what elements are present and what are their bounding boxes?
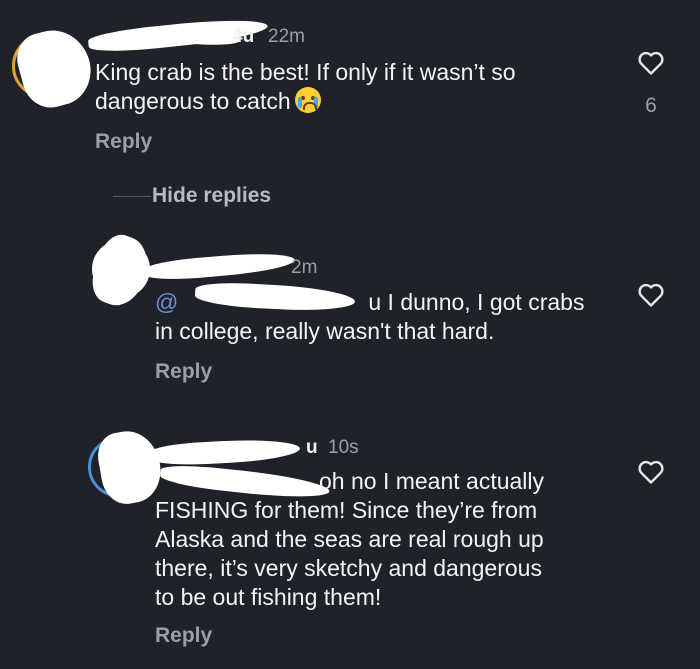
comment-line: King crab is the best! If only if it was…: [95, 59, 516, 85]
username-text[interactable]: 4u: [232, 26, 254, 48]
comment-timestamp: 22m: [268, 26, 305, 47]
comment-line: FISHING for them! Since they’re from: [155, 497, 538, 523]
loudly-crying-face-icon: [294, 87, 321, 113]
comment-text: King crab is the best! If only if it was…: [95, 58, 615, 116]
hide-replies-line: [113, 196, 151, 197]
comment: 4u 22m King crab is the best! If only if…: [0, 0, 700, 170]
comment-line: to be out fishing them!: [155, 584, 382, 610]
comment-line: oh no I meant actually: [319, 468, 545, 494]
hide-replies-button[interactable]: Hide replies: [152, 184, 271, 208]
reply-button[interactable]: Reply: [155, 360, 212, 384]
heart-icon[interactable]: [637, 282, 665, 308]
comment-line: Alaska and the seas are real rough up: [155, 526, 544, 552]
comment-text: oh no I meant actually FISHING for them!…: [155, 467, 625, 612]
comment-line: there, it’s very sketchy and dangerous: [155, 555, 542, 581]
reply-button[interactable]: Reply: [155, 624, 212, 648]
reply-button[interactable]: Reply: [95, 130, 152, 154]
comment-line: @ u I dunno, I got crabs: [155, 289, 585, 315]
mention-link[interactable]: @: [155, 289, 178, 315]
comment-timestamp: 10s: [328, 437, 359, 458]
reply-comment: u 10s oh no I meant actually FISHING for…: [0, 425, 700, 665]
comment-line: in college, really wasn't that hard.: [155, 318, 495, 344]
like-count: 6: [645, 94, 657, 117]
username-text[interactable]: u: [306, 437, 318, 459]
comment-text: @ u I dunno, I got crabs in college, real…: [155, 288, 625, 346]
comment-timestamp: 2m: [291, 257, 318, 278]
heart-icon[interactable]: [637, 459, 665, 485]
reply-comment: 2m @ u I dunno, I got crabs in college, r…: [0, 229, 700, 390]
comment-line: dangerous to catch: [95, 87, 615, 116]
heart-icon[interactable]: [637, 50, 665, 76]
hide-replies-row[interactable]: Hide replies: [95, 182, 355, 212]
